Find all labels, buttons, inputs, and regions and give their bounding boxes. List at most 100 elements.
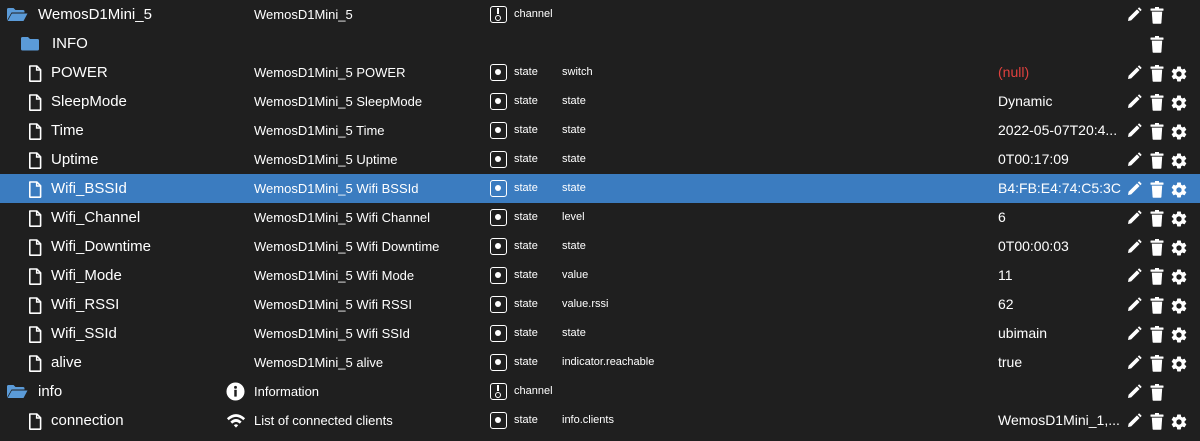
edit-button[interactable] (1126, 181, 1142, 197)
tree-row[interactable]: Wifi_SSId WemosD1Mini_5 Wifi SSId state sta… (0, 319, 1200, 348)
file-icon[interactable] (28, 181, 42, 198)
edit-button[interactable] (1126, 210, 1142, 226)
file-icon[interactable] (28, 123, 42, 140)
object-value[interactable]: 0T00:00:03 (998, 232, 1069, 261)
delete-button[interactable] (1150, 239, 1164, 256)
edit-button[interactable] (1126, 268, 1142, 284)
tree-row[interactable]: Time WemosD1Mini_5 Time state state 2022-05-… (0, 116, 1200, 145)
delete-button[interactable] (1150, 297, 1164, 314)
tree-row[interactable]: SleepMode WemosD1Mini_5 SleepMode state sta… (0, 87, 1200, 116)
delete-button[interactable] (1150, 94, 1164, 111)
file-icon[interactable] (28, 268, 42, 285)
edit-icon (1126, 210, 1142, 226)
object-type: state (514, 269, 538, 281)
edit-button[interactable] (1126, 413, 1142, 429)
edit-button[interactable] (1126, 297, 1142, 313)
file-icon[interactable] (28, 239, 42, 256)
object-role: value (562, 269, 589, 281)
edit-button[interactable] (1126, 7, 1142, 23)
edit-icon (1126, 297, 1142, 313)
object-value[interactable]: ubimain (998, 319, 1047, 348)
delete-button[interactable] (1150, 210, 1164, 227)
file-icon[interactable] (28, 326, 42, 343)
settings-button[interactable] (1170, 239, 1188, 256)
edit-button[interactable] (1126, 152, 1142, 168)
settings-button[interactable] (1170, 326, 1188, 343)
object-value[interactable]: WemosD1Mini_1,... (998, 406, 1120, 435)
settings-button[interactable] (1170, 94, 1188, 112)
tree-row[interactable]: info Information channel (0, 377, 1200, 406)
tree-row[interactable]: POWER WemosD1Mini_5 POWER state switch (null… (0, 58, 1200, 87)
object-value[interactable]: 0T00:17:09 (998, 145, 1069, 174)
settings-button[interactable] (1170, 123, 1188, 140)
state-icon (490, 325, 507, 342)
delete-button[interactable] (1150, 384, 1164, 401)
settings-button[interactable] (1170, 297, 1188, 314)
delete-button[interactable] (1150, 268, 1164, 285)
object-value[interactable]: 62 (998, 290, 1014, 319)
tree-row[interactable]: Wifi_Downtime WemosD1Mini_5 Wifi Downtime… (0, 232, 1200, 261)
delete-button[interactable] (1150, 65, 1164, 82)
settings-button[interactable] (1170, 355, 1188, 372)
delete-button[interactable] (1150, 355, 1164, 372)
object-type: state (514, 240, 538, 252)
state-icon (490, 267, 507, 284)
edit-button[interactable] (1126, 94, 1142, 110)
settings-button[interactable] (1170, 181, 1188, 198)
file-icon[interactable] (28, 413, 42, 430)
object-value[interactable]: Dynamic (998, 87, 1052, 116)
edit-button[interactable] (1126, 384, 1142, 400)
object-tree: WemosD1Mini_5 WemosD1Mini_5 channel INFO POW… (0, 0, 1200, 441)
folder-open-icon[interactable] (6, 7, 28, 22)
delete-button[interactable] (1150, 413, 1164, 430)
edit-button[interactable] (1126, 326, 1142, 342)
object-type: state (514, 327, 538, 339)
folder-open-icon[interactable] (6, 384, 28, 399)
file-icon[interactable] (28, 355, 42, 372)
delete-button[interactable] (1150, 36, 1164, 53)
object-value[interactable]: 6 (998, 203, 1006, 232)
object-value[interactable]: 11 (998, 261, 1013, 290)
state-icon (490, 122, 507, 139)
settings-icon (1170, 94, 1188, 112)
delete-button[interactable] (1150, 326, 1164, 343)
settings-button[interactable] (1170, 268, 1188, 285)
delete-button[interactable] (1150, 7, 1164, 24)
file-icon[interactable] (28, 94, 42, 111)
tree-row[interactable]: Uptime WemosD1Mini_5 Uptime state state 0T00… (0, 145, 1200, 174)
object-name: WemosD1Mini_5 SleepMode (254, 94, 423, 109)
settings-button[interactable] (1170, 152, 1188, 169)
tree-row[interactable]: Wifi_Mode WemosD1Mini_5 Wifi Mode state val… (0, 261, 1200, 290)
object-value[interactable]: B4:FB:E4:74:C5:3C (998, 174, 1121, 203)
tree-row[interactable]: Wifi_BSSId WemosD1Mini_5 Wifi BSSId state s… (0, 174, 1200, 203)
object-value[interactable]: true (998, 348, 1022, 377)
tree-row[interactable]: alive WemosD1Mini_5 alive state indicator.r… (0, 348, 1200, 377)
file-icon[interactable] (28, 152, 42, 169)
file-icon[interactable] (28, 297, 42, 314)
tree-row[interactable]: Wifi_RSSI WemosD1Mini_5 Wifi RSSI state val… (0, 290, 1200, 319)
delete-button[interactable] (1150, 181, 1164, 198)
edit-button[interactable] (1126, 65, 1142, 81)
delete-button[interactable] (1150, 123, 1164, 140)
delete-icon (1150, 297, 1164, 314)
edit-button[interactable] (1126, 123, 1142, 139)
tree-row[interactable]: Wifi_Channel WemosD1Mini_5 Wifi Channel st… (0, 203, 1200, 232)
folder-icon[interactable] (20, 36, 40, 51)
file-icon[interactable] (28, 210, 42, 227)
tree-row[interactable]: WemosD1Mini_5 WemosD1Mini_5 channel (0, 0, 1200, 29)
object-name: WemosD1Mini_5 Wifi Channel (254, 210, 431, 225)
object-value[interactable]: (null) (998, 58, 1029, 87)
settings-button[interactable] (1170, 413, 1188, 430)
delete-icon (1150, 268, 1164, 285)
settings-button[interactable] (1170, 210, 1188, 227)
object-value[interactable]: 2022-05-07T20:4... (998, 116, 1117, 145)
file-icon[interactable] (28, 65, 42, 82)
edit-button[interactable] (1126, 355, 1142, 371)
tree-row[interactable]: connection List of connected clients state… (0, 406, 1200, 435)
settings-button[interactable] (1170, 65, 1188, 82)
object-role: switch (562, 66, 593, 78)
object-name: WemosD1Mini_5 Wifi Mode (254, 268, 415, 283)
tree-row[interactable]: INFO (0, 29, 1200, 58)
delete-button[interactable] (1150, 152, 1164, 169)
edit-button[interactable] (1126, 239, 1142, 255)
